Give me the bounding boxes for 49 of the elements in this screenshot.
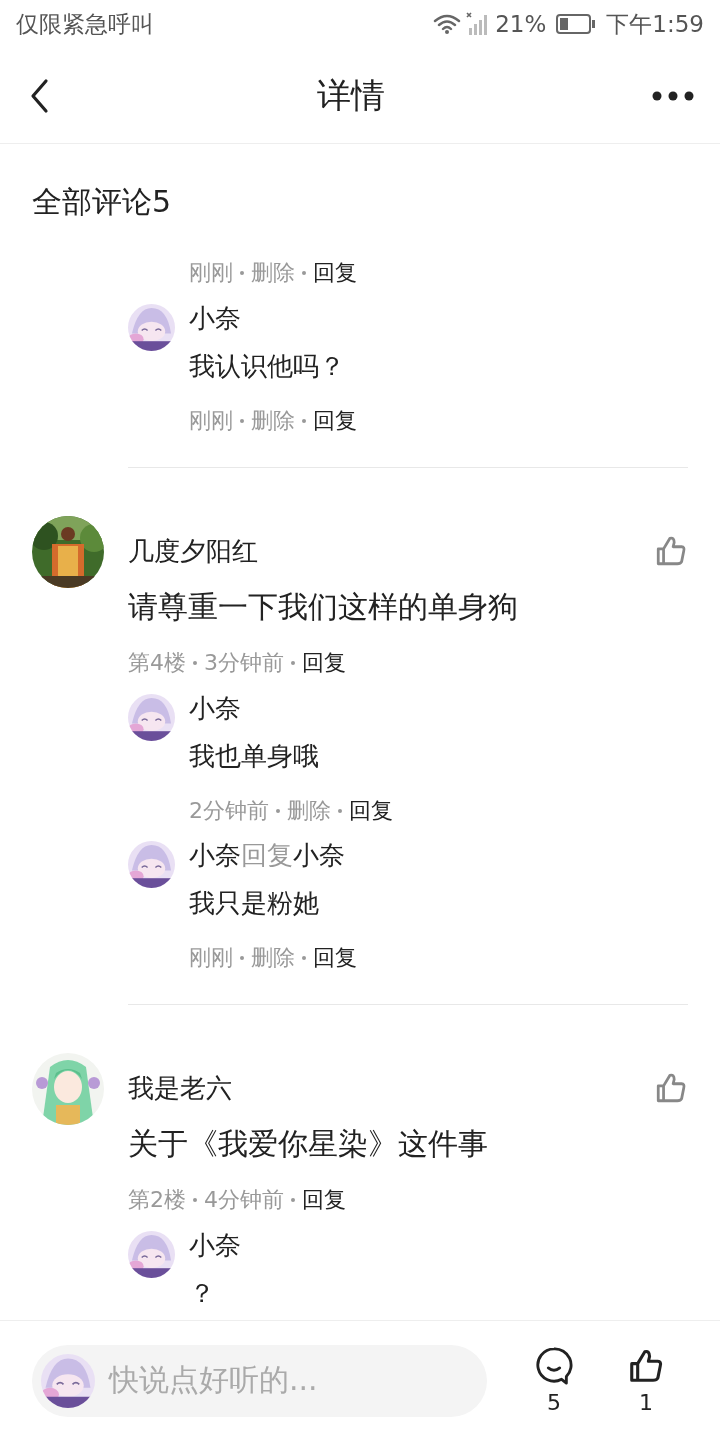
username[interactable]: 几度夕阳红 [128,533,258,569]
reply-text: 我认识他吗？ [189,350,346,383]
reply-text: 我只是粉她 [189,887,320,920]
comment-text: 请尊重一下我们这样的单身狗 [128,588,519,626]
meta-text: 第4楼 [128,649,186,677]
reply-link[interactable]: 回复 [302,1185,346,1215]
battery-percent: 21% [495,11,547,37]
username[interactable]: 我是老六 [128,1070,232,1106]
meta-text: 删除 [251,259,295,287]
clock-time: 下午1:59 [606,9,704,39]
like-count: 1 [639,1390,653,1415]
battery-icon [556,13,597,35]
more-icon[interactable] [652,90,694,101]
meta-text: 刚刚 [189,259,233,287]
username[interactable]: 小奈 [189,693,241,723]
comment-count: 5 [547,1390,561,1415]
avatar[interactable] [128,304,175,351]
meta-text: 删除 [251,407,295,435]
back-icon[interactable] [30,77,50,114]
comment-icon[interactable] [535,1346,573,1386]
username[interactable]: 小奈 [293,840,345,870]
reply-text: ？ [189,1277,216,1310]
comment-text: 关于《我爱你星染》这件事 [128,1125,489,1163]
page-title: 详情 [317,73,385,117]
reply-link[interactable]: 回复 [313,406,357,436]
username[interactable]: 小奈 [189,1230,241,1260]
section-title: 全部评论5 [32,183,173,221]
wifi-icon [433,13,462,35]
username[interactable]: 小奈 [189,303,241,333]
reply-link[interactable]: 回复 [302,648,346,678]
meta-text: 刚刚 [189,944,233,972]
meta-text: 2分钟前 [189,797,269,825]
avatar[interactable] [128,694,175,741]
reply-link[interactable]: 回复 [313,258,357,288]
reply-link[interactable]: 回复 [313,943,357,973]
meta-text: 第2楼 [128,1186,186,1214]
reply-link[interactable]: 回复 [349,796,393,826]
carrier-text: 仅限紧急呼叫 [16,9,154,39]
meta-text: 4分钟前 [204,1186,284,1214]
meta-text: 刚刚 [189,407,233,435]
meta-text: 删除 [287,797,331,825]
reply-label: 回复 [241,840,293,870]
avatar[interactable] [128,841,175,888]
avatar[interactable] [41,1353,95,1408]
meta-text: 删除 [251,944,295,972]
avatar[interactable] [128,1231,175,1278]
meta-text: 3分钟前 [204,649,284,677]
reply-text: 我也单身哦 [189,740,320,773]
username[interactable]: 小奈 [189,840,241,870]
